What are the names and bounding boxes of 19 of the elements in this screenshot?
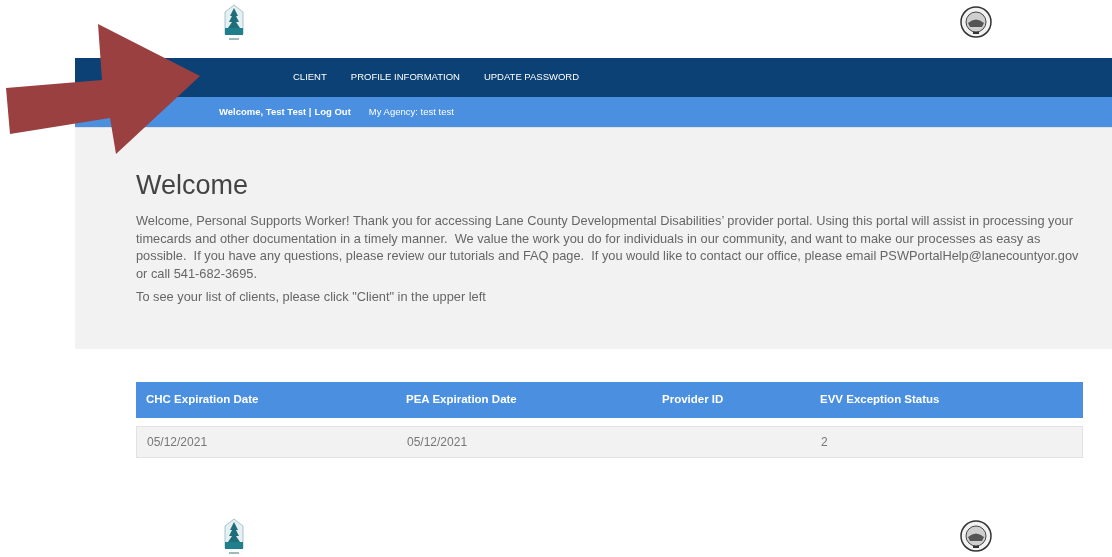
table-cell-text: 05/12/2021 (407, 434, 469, 451)
column-header: CHC Expiration Date (146, 392, 260, 408)
nav-link[interactable]: PROFILE INFORMATION (350, 70, 460, 85)
nav-link[interactable]: UPDATE PASSWORD (483, 70, 580, 85)
nav-link[interactable]: CLIENT (293, 70, 327, 85)
column-header: Provider ID (662, 392, 725, 408)
column-header: EVV Exception Status (820, 392, 941, 408)
seal-icon (960, 520, 992, 552)
agency-text: My Agency: test test (368, 104, 454, 119)
tree-logo-icon (223, 518, 245, 556)
table-cell-text: 2 (821, 434, 829, 451)
intro-paragraph: To see your list of clients, please click "Client" in the upper left (136, 288, 487, 306)
tree-logo-icon (223, 4, 245, 42)
column-header: PEA Expiration Date (406, 392, 518, 408)
table-cell-text: 05/12/2021 (147, 434, 209, 451)
welcome-text: Welcome, Test Test | (219, 104, 312, 119)
intro-paragraph: Welcome, Personal Supports Worker! Thank you for accessing Lane County Developmental Disabilities’ provider portal. Using this portal will assist in processing your timecards and other documentation in a timely manner. We value the work you do for individuals in our community, and want to make our processes as easy as possible. If you have any questions, please review our tutorials and FAQ page. If you would like to contact our office, please email PSWPortalHelp@lanecountyor.gov or call 541-682-3695. (136, 212, 1080, 282)
seal-icon (960, 6, 992, 38)
welcome-heading: Welcome (136, 169, 250, 202)
